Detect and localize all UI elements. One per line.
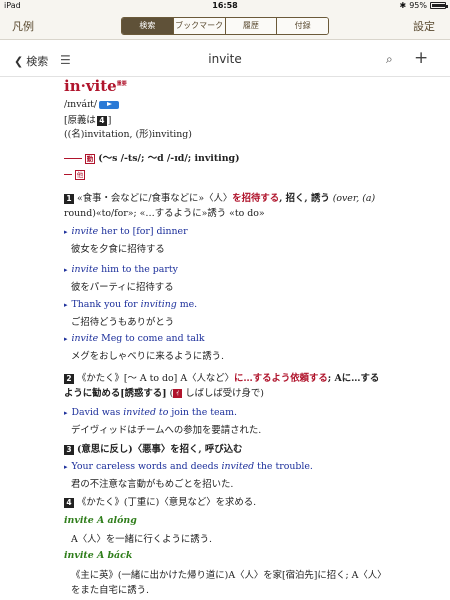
- etymology-note: [原義は 4]: [64, 112, 111, 126]
- etymology-suffix: ]: [107, 115, 112, 126]
- swung-dash-short: [64, 174, 72, 175]
- sense-3-line: 3 (意思に反し)〈悪事〉を招く, 呼び込む: [64, 441, 242, 455]
- entry-title: invite: [208, 52, 242, 66]
- status-right: ✱ 95%: [399, 1, 448, 10]
- sense-number: 2: [64, 373, 74, 384]
- example-translation: メグをおしゃべりに来るように誘う.: [71, 351, 224, 362]
- usage-tag: ｲ: [173, 389, 183, 398]
- search-icon[interactable]: ⌕: [386, 52, 393, 67]
- sense-translation-cont: ように勧める[誘惑する]: [64, 388, 167, 399]
- sense-text: «食事・会などに/食事などに»〈人〉: [77, 193, 233, 204]
- example-sentence[interactable]: David was invited to join the team.: [64, 407, 238, 418]
- usage-note: しばしば受け身で): [182, 388, 264, 399]
- clock: 16:58: [212, 1, 238, 10]
- etymology-prefix: [原義は: [64, 115, 96, 126]
- example-keyword: inviting: [140, 299, 177, 310]
- phrase-translation-cont: をまた自宅に誘う.: [71, 585, 149, 596]
- phrase-headword: invite A alóng: [64, 515, 137, 526]
- mode-segmented-control: 検索 ブックマーク 履歴 付録: [121, 17, 329, 35]
- sense-text: 《かたく》[〜 A to do] A〈人など〉: [77, 373, 234, 384]
- example-rest: Meg to come and talk: [98, 333, 205, 344]
- example-rest: join the team.: [168, 407, 237, 418]
- example-keyword: invited: [221, 461, 255, 472]
- importance-mark: 重要: [116, 81, 127, 87]
- example-translation: 彼女を夕食に招待する: [71, 244, 165, 255]
- play-audio-icon[interactable]: [99, 100, 120, 109]
- bluetooth-icon: ✱: [399, 1, 407, 10]
- sense-1-line-2: round)«to/for»; «…するように»誘う «to do»: [64, 208, 265, 219]
- battery-fill: [432, 4, 446, 7]
- example-sentence[interactable]: Your careless words and deeds invited th…: [64, 461, 313, 472]
- example-keyword: invited to: [123, 407, 169, 418]
- example-sentence[interactable]: invite him to the party: [64, 264, 178, 275]
- example-keyword: invite: [71, 264, 99, 275]
- headword: in·vite重要: [64, 77, 127, 95]
- sense-text: (意思に反し)〈悪事〉を招く, 呼び込む: [77, 444, 243, 455]
- sense-translation-extra: ; Aに…する: [327, 373, 380, 384]
- verb-forms: (〜s /-ts/; 〜d /-ɪd/; inviting): [98, 153, 240, 164]
- example-rest: her to [for] dinner: [98, 226, 188, 237]
- tab-bookmark[interactable]: ブックマーク: [172, 18, 225, 34]
- example-translation: デイヴィッドはチームへの参加を要請された.: [71, 425, 262, 436]
- transitive-line: 他: [64, 169, 85, 180]
- swung-dash: [64, 158, 82, 159]
- tab-history[interactable]: 履歴: [224, 18, 277, 34]
- legend-button[interactable]: 凡例: [12, 18, 34, 34]
- phrase-translation: 《主に英》(一緒に出かけた帰り道に)A〈人〉を家[宿泊先]に招く; A〈人〉: [71, 570, 387, 581]
- phrase-headword: invite A báck: [64, 550, 133, 561]
- sense-4-line: 4 《かたく》(丁重に)〈意見など〉を求める.: [64, 494, 256, 508]
- sense-number: 3: [64, 444, 74, 455]
- example-translation: 君の不注意な言動がもめごとを招いた.: [71, 479, 234, 490]
- example-rest: me.: [176, 299, 198, 310]
- sense-2-line-2: ように勧める[誘惑する] (ｲ しばしば受け身で): [64, 388, 264, 399]
- sense-number: 4: [64, 497, 74, 508]
- sense-particles: (over, (a): [332, 193, 376, 204]
- etymology-sense-ref[interactable]: 4: [96, 115, 107, 126]
- sense-1-line-1: 1 «食事・会などに/食事などに»〈人〉を招待する, 招く, 誘う (over, …: [64, 190, 375, 204]
- example-start: Thank you for: [71, 299, 141, 310]
- derivatives: ((名)invitation, (形)inviting): [64, 129, 192, 140]
- battery-icon: [430, 2, 448, 9]
- example-keyword: invite: [71, 333, 99, 344]
- example-translation: ご招待どうもありがとう: [71, 317, 175, 328]
- sense-translation-extra: , 招く, 誘う: [279, 193, 330, 204]
- sense-text: 《かたく》(丁重に)〈意見など〉を求める.: [77, 497, 257, 508]
- verb-tag: 動: [85, 153, 95, 164]
- status-bar: iPad 16:58 ✱ 95%: [0, 0, 450, 13]
- pronunciation: /ɪnváɪt/: [64, 99, 120, 110]
- example-translation: 彼をパーティに招待する: [71, 282, 174, 293]
- example-rest: him to the party: [98, 264, 178, 275]
- example-sentence[interactable]: invite Meg to come and talk: [64, 333, 205, 344]
- example-sentence[interactable]: invite her to [for] dinner: [64, 226, 188, 237]
- sense-translation: に…するよう依頼する: [233, 373, 328, 384]
- example-start: Your careless words and deeds: [71, 461, 222, 472]
- add-icon[interactable]: +: [414, 48, 428, 68]
- entry-nav-bar: ❮ 検索 ☰ invite ⌕ +: [0, 41, 450, 77]
- pronunciation-text: /ɪnváɪt/: [64, 99, 98, 110]
- sense-translation: を招待する: [232, 193, 280, 204]
- verb-forms-line: 動 (〜s /-ts/; 〜d /-ɪd/; inviting): [64, 150, 240, 164]
- headword-text: in·vite: [64, 77, 117, 95]
- example-rest: the trouble.: [254, 461, 313, 472]
- example-keyword: invite: [71, 226, 99, 237]
- battery-percent: 95%: [409, 1, 427, 10]
- phrase-translation: A〈人〉を一緒に行くように誘う.: [71, 534, 213, 545]
- tab-search[interactable]: 検索: [122, 18, 173, 34]
- transitive-tag: 他: [75, 169, 85, 180]
- settings-button[interactable]: 設定: [413, 18, 435, 34]
- example-sentence[interactable]: Thank you for inviting me.: [64, 299, 198, 310]
- example-start: David was: [71, 407, 124, 418]
- sense-number: 1: [64, 193, 74, 204]
- tab-appendix[interactable]: 付録: [276, 18, 328, 34]
- sense-2-line-1: 2 《かたく》[〜 A to do] A〈人など〉に…するよう依頼する; Aに…す…: [64, 370, 379, 384]
- top-toolbar: 凡例 検索 ブックマーク 履歴 付録 設定: [0, 13, 450, 40]
